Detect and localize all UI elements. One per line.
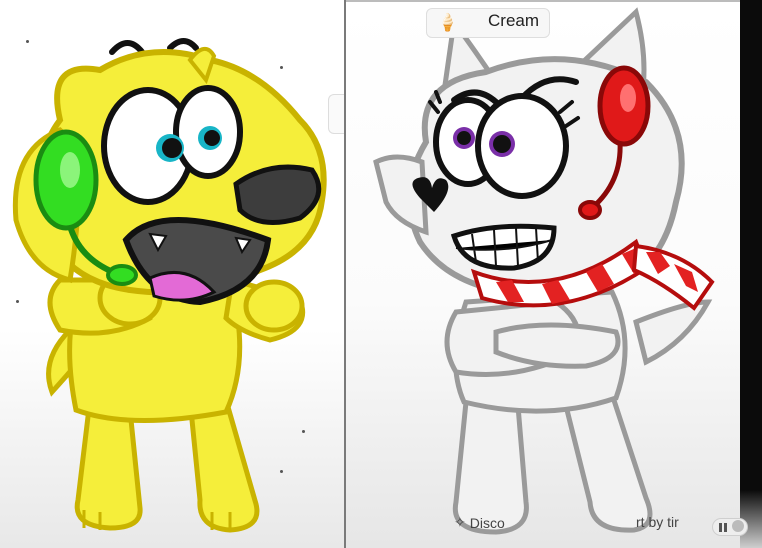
flavor-chip-label: Cream — [488, 11, 540, 30]
right-artwork-panel: 🍦 — [346, 0, 740, 548]
sparkle-icon: ✧ — [454, 514, 466, 530]
discover-label: Disco — [469, 514, 505, 531]
sort-button[interactable]: rt by tir — [636, 514, 679, 530]
pause-icon — [719, 522, 722, 532]
toggle-knob[interactable] — [732, 520, 744, 532]
chip-edge — [328, 94, 344, 134]
dark-edge — [740, 0, 762, 548]
discover-button[interactable]: ✧ Disco — [454, 514, 505, 531]
bottom-bar: ✧ Disco rt by tir — [414, 505, 744, 541]
pause-icon-bar — [724, 522, 727, 532]
yellow-dog-illustration — [12, 38, 327, 533]
sort-label: rt by tir — [636, 514, 679, 530]
white-wolf-illustration — [373, 7, 715, 535]
ice-cream-icon: 🍦 — [437, 13, 459, 32]
left-artwork-panel — [0, 0, 344, 548]
